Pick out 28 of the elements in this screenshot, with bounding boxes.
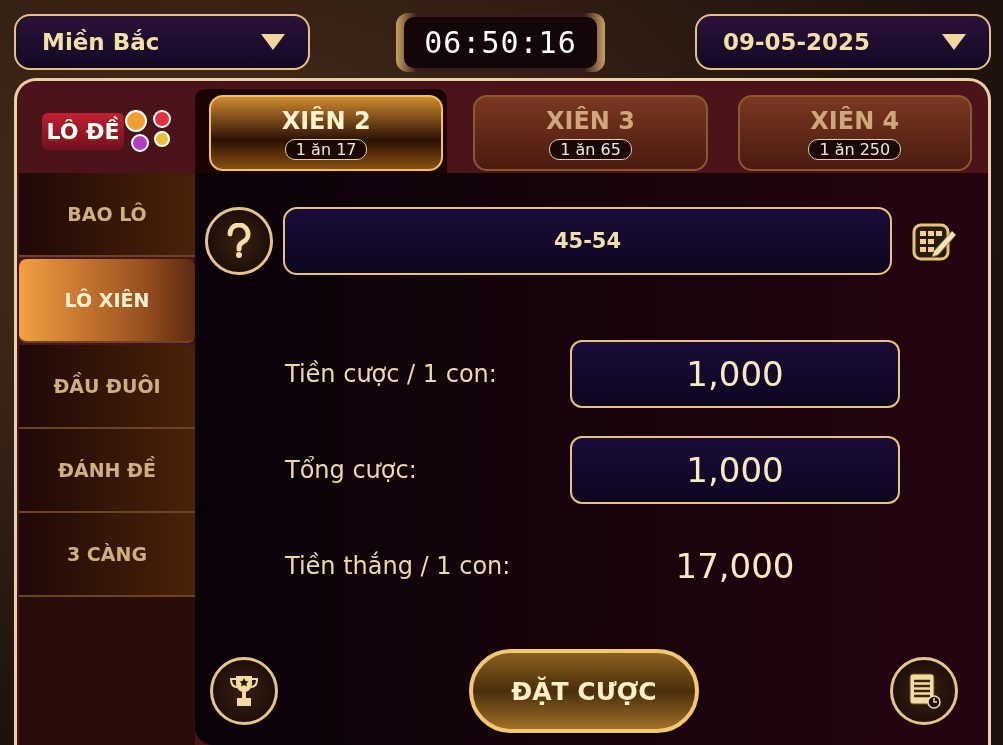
sidebar-item[interactable]: ĐẦU ĐUÔI [19, 345, 195, 429]
form-label: Tổng cược: [285, 456, 418, 484]
amount-field[interactable]: 1,000 [570, 436, 900, 504]
odds-badge: 1 ăn 250 [808, 138, 902, 160]
logo-text: LÔ ĐỀ [42, 112, 124, 150]
form-label: Tiền cược / 1 con: [285, 360, 498, 388]
place-bet-button[interactable]: ĐẶT CƯỢC [469, 649, 699, 733]
sidebar-item[interactable]: BAO LÔ [19, 173, 195, 257]
document-clock-icon [907, 672, 941, 710]
odds-badge: 1 ăn 65 [549, 138, 632, 160]
date-dropdown[interactable]: 09-05-2025 [695, 14, 991, 70]
sidebar-item[interactable]: ĐÁNH ĐỀ [19, 429, 195, 513]
tab[interactable]: XIÊN 2 1 ăn 17 [209, 95, 444, 171]
numbers-field[interactable]: 45-54 [283, 207, 892, 275]
win-amount: 17,000 [674, 546, 796, 586]
trophy-icon [229, 674, 259, 708]
tab[interactable]: XIÊN 3 1 ăn 65 [473, 95, 708, 171]
odds-badge: 1 ăn 17 [284, 138, 368, 160]
caret-icon [260, 33, 286, 51]
amount-field[interactable]: 1,000 [570, 340, 900, 408]
region-dropdown[interactable]: Miền Bắc [14, 14, 310, 70]
sidebar-item[interactable]: 3 CÀNG [19, 513, 195, 597]
countdown-clock: 06:50:16 [404, 16, 597, 68]
caret-icon [941, 33, 967, 51]
lottery-balls-icon [123, 109, 172, 153]
form-label: Tiền thắng / 1 con: [285, 552, 512, 580]
tab[interactable]: XIÊN 4 1 ăn 250 [737, 95, 972, 171]
sidebar-item[interactable]: LÔ XIÊN [19, 259, 195, 343]
